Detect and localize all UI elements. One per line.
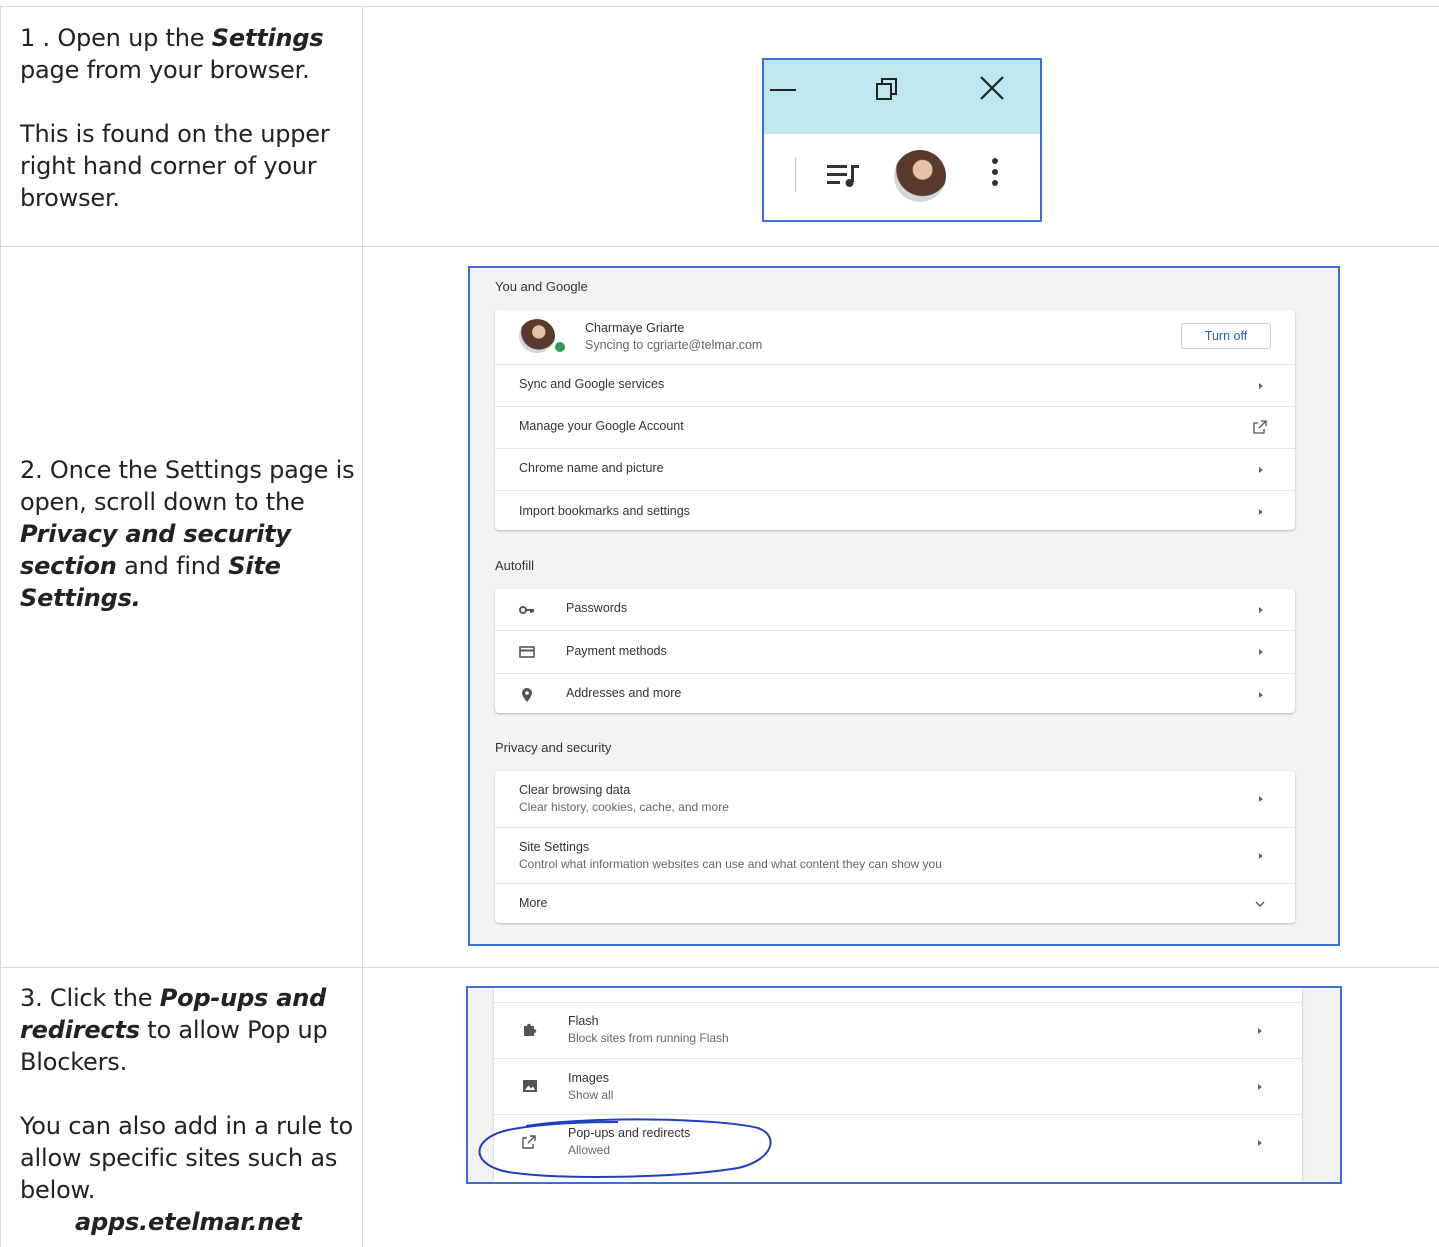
section-title-autofill: Autofill <box>495 558 535 573</box>
settings-row-addresses[interactable]: Addresses and more <box>495 673 1295 715</box>
settings-row-site-settings[interactable]: Site Settings Control what information w… <box>495 827 1295 883</box>
settings-row-more[interactable]: More <box>495 883 1295 924</box>
browser-toolbar-screenshot <box>762 58 1042 222</box>
site-settings-screenshot: Flash Block sites from running Flash Ima… <box>466 986 1342 1184</box>
table-row-divider-1 <box>0 246 1439 247</box>
section-title-you-and-google: You and Google <box>495 279 588 294</box>
site-setting-row-flash[interactable]: Flash Block sites from running Flash <box>494 1002 1302 1059</box>
profile-row[interactable]: Charmaye Griarte Syncing to cgriarte@tel… <box>495 310 1295 364</box>
profile-avatar[interactable] <box>894 150 946 202</box>
more-menu-icon[interactable] <box>990 158 1000 194</box>
key-icon <box>519 605 534 614</box>
step-3-note: You can also add in a rule to allow spec… <box>20 1112 354 1204</box>
chevron-down-icon <box>1255 901 1265 907</box>
chevron-right-icon <box>1259 382 1263 389</box>
settings-row-chrome-name[interactable]: Chrome name and picture <box>495 448 1295 490</box>
step-3-site: apps.etelmar.net <box>75 1208 302 1236</box>
step-3-instruction: 3. Click the Pop-ups and redirects to al… <box>20 984 328 1076</box>
chevron-right-icon <box>1258 1084 1262 1090</box>
section-title-privacy: Privacy and security <box>495 740 612 755</box>
step-2-instruction: 2. Once the Settings page is open, scrol… <box>20 456 355 612</box>
open-in-new-icon <box>1253 420 1267 434</box>
chevron-right-icon <box>1258 1028 1262 1034</box>
close-icon[interactable] <box>978 74 1006 102</box>
step-1-text: 1 . Open up the Settings page from your … <box>20 22 355 214</box>
table-border-left <box>0 6 1 1247</box>
restore-icon[interactable] <box>875 76 899 102</box>
chevron-right-icon <box>1258 1140 1262 1146</box>
step-1-instruction: 1 . Open up the Settings page from your … <box>20 24 324 84</box>
settings-row-sync[interactable]: Sync and Google services <box>495 364 1295 406</box>
highlight-circle-annotation <box>478 1118 772 1178</box>
turn-off-sync-button[interactable]: Turn off <box>1181 323 1271 349</box>
table-row-divider-2 <box>0 967 1439 968</box>
image-icon <box>523 1080 537 1092</box>
step-2-text: 2. Once the Settings page is open, scrol… <box>20 454 355 614</box>
chevron-right-icon <box>1259 796 1263 802</box>
profile-avatar-small <box>519 319 555 353</box>
autofill-card: Passwords Payment methods Addresses and … <box>495 589 1295 713</box>
chevron-right-icon <box>1259 466 1263 473</box>
settings-row-google-account[interactable]: Manage your Google Account <box>495 406 1295 448</box>
location-pin-icon <box>522 687 532 702</box>
you-and-google-card: Charmaye Griarte Syncing to cgriarte@tel… <box>495 310 1295 530</box>
table-column-divider <box>362 6 363 1247</box>
credit-card-icon <box>519 646 535 658</box>
settings-row-clear-browsing[interactable]: Clear browsing data Clear history, cooki… <box>495 771 1295 827</box>
site-setting-row-images[interactable]: Images Show all <box>494 1058 1302 1115</box>
chevron-right-icon <box>1259 508 1263 515</box>
settings-row-payment[interactable]: Payment methods <box>495 630 1295 673</box>
chevron-right-icon <box>1259 649 1263 655</box>
settings-row-import[interactable]: Import bookmarks and settings <box>495 490 1295 532</box>
step-3-text: 3. Click the Pop-ups and redirects to al… <box>20 982 355 1238</box>
minimize-icon[interactable] <box>770 89 796 91</box>
table-border-top <box>0 6 1439 7</box>
profile-sync-status: Syncing to cgriarte@telmar.com <box>585 338 763 352</box>
chevron-right-icon <box>1259 852 1263 859</box>
media-control-icon[interactable] <box>826 160 862 190</box>
puzzle-icon <box>524 1023 537 1036</box>
toolbar-divider <box>795 158 796 192</box>
settings-row-passwords[interactable]: Passwords <box>495 589 1295 630</box>
sync-status-icon <box>553 340 567 354</box>
chrome-settings-screenshot: You and Google Charmaye Griarte Syncing … <box>468 266 1340 946</box>
chevron-right-icon <box>1259 691 1263 698</box>
chevron-right-icon <box>1259 606 1263 613</box>
step-1-note: This is found on the upper right hand co… <box>20 120 330 212</box>
profile-name: Charmaye Griarte <box>585 321 685 335</box>
privacy-card: Clear browsing data Clear history, cooki… <box>495 771 1295 923</box>
